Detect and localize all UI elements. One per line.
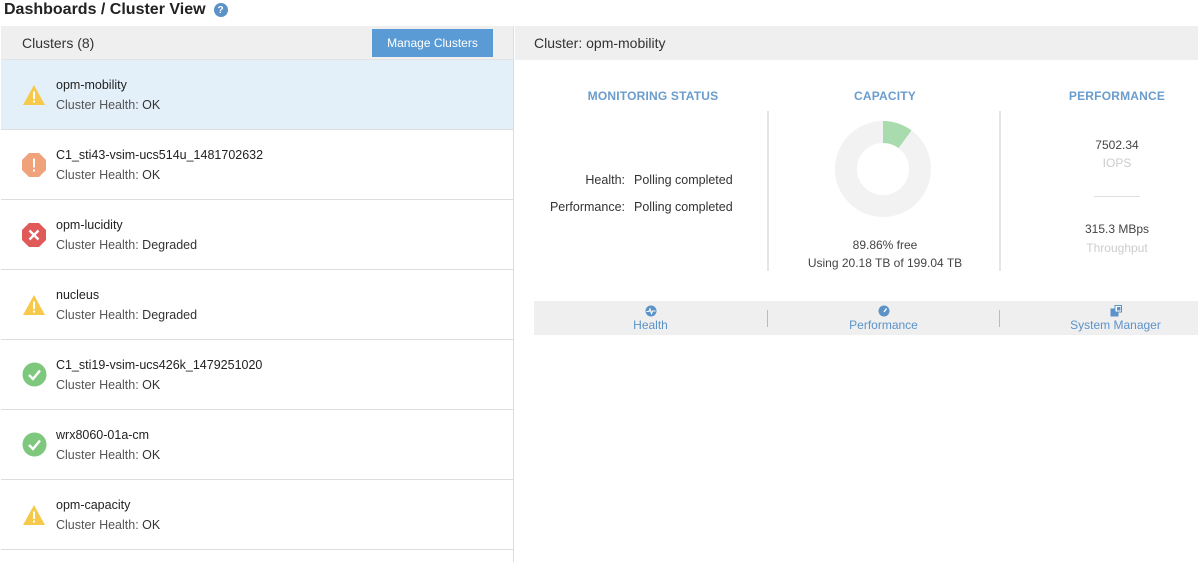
column-divider (999, 111, 1001, 271)
health-action-label: Health (633, 318, 668, 332)
cluster-health-label: Cluster Health: (56, 377, 139, 392)
cluster-item-text: opm-mobility Cluster Health: OK (56, 78, 160, 112)
performance-status-row: Performance: Polling completed (514, 200, 733, 214)
error-icon (21, 152, 47, 178)
cluster-item-text: opm-lucidity Cluster Health: Degraded (56, 218, 197, 252)
cluster-item-text: C1_sti43-vsim-ucs514u_1481702632 Cluster … (56, 148, 263, 182)
cluster-health: Cluster Health: OK (56, 168, 263, 182)
cluster-health: Cluster Health: OK (56, 378, 262, 392)
capacity-free-text: 89.86% free (852, 238, 918, 252)
health-status-label: Health: (585, 173, 625, 187)
cluster-health: Cluster Health: Degraded (56, 238, 197, 252)
gauge-icon (878, 304, 890, 317)
warning-icon (21, 502, 47, 528)
performance-status-value: Polling completed (634, 200, 733, 214)
cluster-list-header: Clusters (8) Manage Clusters (1, 26, 513, 60)
cluster-health: Cluster Health: OK (56, 518, 160, 532)
cluster-list-item[interactable]: C1_sti19-vsim-ucs426k_1479251020 Cluster … (1, 340, 513, 410)
cluster-list-item[interactable]: nucleus Cluster Health: Degraded (1, 270, 513, 340)
performance-title: PERFORMANCE (1068, 89, 1166, 103)
capacity-used-text: Using 20.18 TB of 199.04 TB (807, 256, 963, 270)
capacity-donut-used (882, 121, 912, 149)
monitoring-status-title: MONITORING STATUS (587, 89, 719, 103)
warning-icon (21, 82, 47, 108)
system-manager-action-link[interactable]: System Manager (1005, 301, 1198, 335)
throughput-value: 315.3 MBps (1084, 222, 1150, 236)
cluster-list-item[interactable]: opm-lucidity Cluster Health: Degraded (1, 200, 513, 270)
critical-icon (21, 222, 47, 248)
cluster-list-item[interactable]: opm-capacity Cluster Health: OK (1, 480, 513, 550)
column-divider (767, 111, 769, 271)
cluster-health-value: OK (142, 447, 161, 462)
performance-status-label: Performance: (549, 200, 625, 214)
cluster-list-panel: Clusters (8) Manage Clusters opm-mobilit… (1, 26, 514, 562)
performance-divider (1094, 196, 1140, 197)
cluster-name: wrx8060-01a-cm (56, 427, 150, 442)
cluster-health-value: OK (142, 517, 161, 532)
manage-clusters-button[interactable]: Manage Clusters (372, 28, 493, 57)
action-separator (767, 310, 768, 327)
cluster-detail-header: Cluster: opm-mobility (515, 26, 1198, 60)
cluster-health-label: Cluster Health: (56, 517, 139, 532)
iops-value: 7502.34 (1095, 138, 1139, 152)
cluster-health-label: Cluster Health: (56, 167, 139, 182)
cluster-name: opm-mobility (56, 77, 127, 92)
health-status-row: Health: Polling completed (514, 173, 733, 187)
page-title-text: Dashboards / Cluster View (4, 1, 206, 18)
cluster-health: Cluster Health: OK (56, 98, 160, 112)
cluster-health-label: Cluster Health: (56, 97, 139, 112)
cluster-detail-panel: Cluster: opm-mobility (515, 26, 1198, 562)
cluster-health-label: Cluster Health: (56, 237, 139, 252)
cluster-health-value: Degraded (142, 237, 198, 252)
capacity-donut (835, 121, 931, 217)
cluster-item-text: C1_sti19-vsim-ucs426k_1479251020 Cluster … (56, 358, 262, 392)
capacity-donut-free (835, 121, 931, 217)
cluster-health-value: OK (142, 167, 161, 182)
external-link-icon (1110, 304, 1122, 317)
cluster-list-title: Clusters (8) (22, 34, 95, 51)
cluster-health: Cluster Health: Degraded (56, 308, 197, 322)
action-separator (999, 310, 1000, 327)
throughput-label: Throughput (1086, 241, 1148, 255)
cluster-name: C1_sti19-vsim-ucs426k_1479251020 (56, 357, 263, 372)
cluster-list-item[interactable]: C1_sti43-vsim-ucs514u_1481702632 Cluster … (1, 130, 513, 200)
help-icon[interactable]: ? (213, 3, 228, 17)
performance-action-label: Performance (849, 318, 918, 332)
cluster-item-text: wrx8060-01a-cm Cluster Health: OK (56, 428, 160, 462)
ok-icon (21, 432, 47, 458)
page-title: Dashboards / Cluster View ? (4, 0, 228, 20)
cluster-item-text: nucleus Cluster Health: Degraded (56, 288, 197, 322)
cluster-health-label: Cluster Health: (56, 307, 139, 322)
warning-icon (21, 292, 47, 318)
cluster-name: C1_sti43-vsim-ucs514u_1481702632 (56, 147, 264, 162)
action-bar: Health Performance System Manager (534, 301, 1198, 335)
cluster-health-value: Degraded (142, 307, 198, 322)
ok-icon (21, 362, 47, 388)
performance-action-link[interactable]: Performance (773, 301, 994, 335)
cluster-health-label: Cluster Health: (56, 447, 139, 462)
health-pulse-icon (645, 304, 657, 317)
cluster-health-value: OK (142, 377, 161, 392)
cluster-health-value: OK (142, 97, 161, 112)
cluster-list-item[interactable]: opm-mobility Cluster Health: OK (1, 60, 513, 130)
cluster-list-item[interactable]: wrx8060-01a-cm Cluster Health: OK (1, 410, 513, 480)
cluster-name: opm-capacity (56, 497, 131, 512)
cluster-list: opm-mobility Cluster Health: OK C1_sti43-v… (1, 60, 513, 550)
cluster-item-text: opm-capacity Cluster Health: OK (56, 498, 160, 532)
iops-label: IOPS (1102, 156, 1132, 170)
health-status-value: Polling completed (634, 173, 733, 187)
cluster-name: nucleus (56, 287, 100, 302)
cluster-name: opm-lucidity (56, 217, 123, 232)
cluster-health: Cluster Health: OK (56, 448, 160, 462)
health-action-link[interactable]: Health (540, 301, 761, 335)
capacity-title: CAPACITY (853, 89, 917, 103)
system-manager-action-label: System Manager (1070, 318, 1161, 332)
